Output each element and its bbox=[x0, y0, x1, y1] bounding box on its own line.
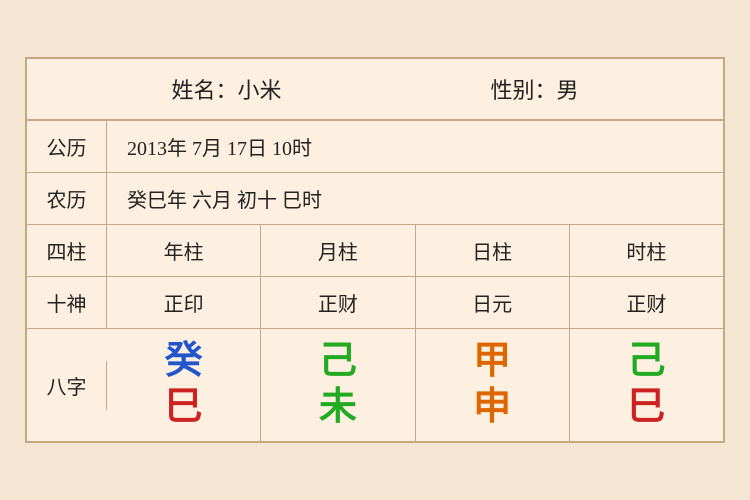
bazhi-month-bottom: 未 bbox=[319, 387, 357, 429]
bazhi-label: 八字 bbox=[27, 361, 107, 410]
solar-row: 公历 2013年 7月 17日 10时 bbox=[27, 121, 723, 173]
shishen-hour: 正财 bbox=[570, 277, 723, 328]
shishen-day: 日元 bbox=[416, 277, 570, 328]
hour-pillar-label: 时柱 bbox=[570, 225, 723, 276]
bazhi-row: 八字 癸 巳 己 未 甲 申 己 巳 bbox=[27, 329, 723, 441]
bazhi-hour-bottom: 巳 bbox=[627, 387, 665, 429]
day-pillar-label: 日柱 bbox=[416, 225, 570, 276]
bazhi-hour-cell: 己 巳 bbox=[570, 329, 723, 441]
sizhu-row: 四柱 年柱 月柱 日柱 时柱 bbox=[27, 225, 723, 277]
shishen-row: 十神 正印 正财 日元 正财 bbox=[27, 277, 723, 329]
gender-display: 性别：男 bbox=[490, 73, 578, 105]
bazhi-hour-top: 己 bbox=[627, 341, 665, 383]
lunar-label: 农历 bbox=[27, 173, 107, 224]
lunar-value: 癸巳年 六月 初十 巳时 bbox=[107, 174, 723, 223]
bazhi-month-top: 己 bbox=[319, 341, 357, 383]
bazhi-day-bottom: 申 bbox=[473, 387, 511, 429]
bazhi-month-cell: 己 未 bbox=[261, 329, 415, 441]
month-pillar-label: 月柱 bbox=[261, 225, 415, 276]
shishen-month: 正财 bbox=[261, 277, 415, 328]
solar-value: 2013年 7月 17日 10时 bbox=[107, 122, 723, 171]
bazhi-year-cell: 癸 巳 bbox=[107, 329, 261, 441]
name-display: 姓名：小米 bbox=[171, 73, 281, 105]
header-row: 姓名：小米 性别：男 bbox=[27, 59, 723, 121]
year-pillar-label: 年柱 bbox=[107, 225, 261, 276]
lunar-row: 农历 癸巳年 六月 初十 巳时 bbox=[27, 173, 723, 225]
main-container: 姓名：小米 性别：男 公历 2013年 7月 17日 10时 农历 癸巳年 六月… bbox=[25, 57, 725, 443]
bazhi-day-top: 甲 bbox=[473, 341, 511, 383]
bazhi-year-bottom: 巳 bbox=[165, 387, 203, 429]
shishen-year: 正印 bbox=[107, 277, 261, 328]
bazhi-day-cell: 甲 申 bbox=[416, 329, 570, 441]
shishen-label: 十神 bbox=[27, 277, 107, 328]
bazhi-year-top: 癸 bbox=[165, 341, 203, 383]
solar-label: 公历 bbox=[27, 121, 107, 172]
sizhu-label: 四柱 bbox=[27, 225, 107, 276]
